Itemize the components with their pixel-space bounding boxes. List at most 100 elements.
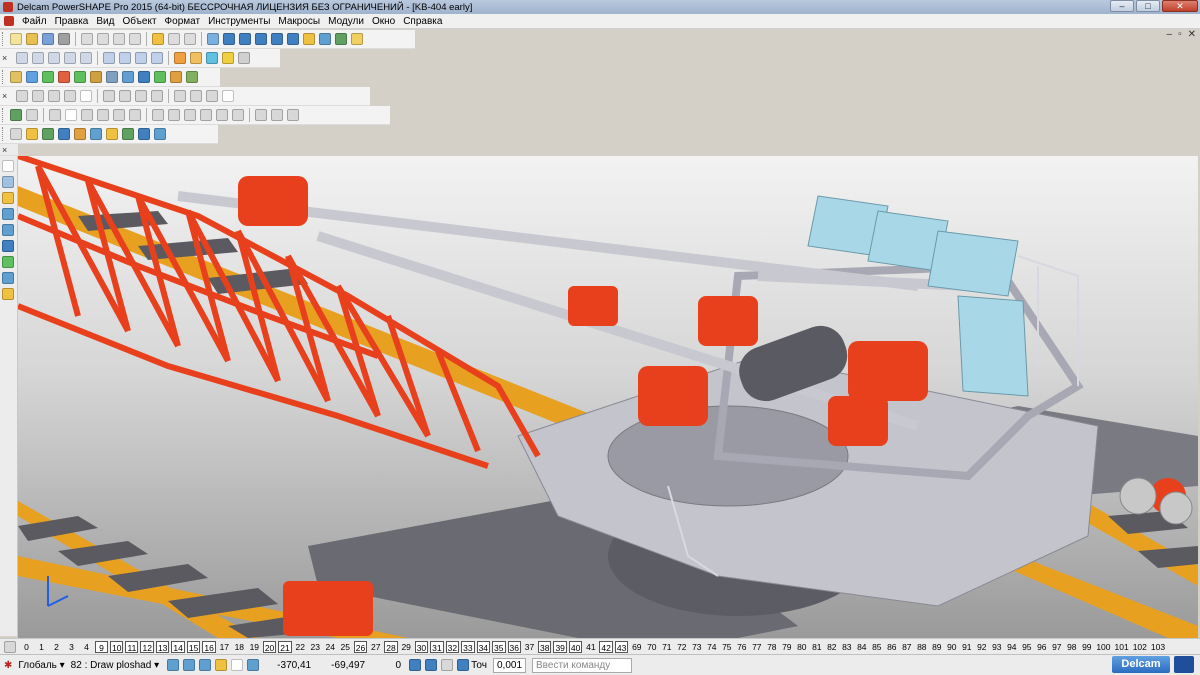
transform-scale-icon[interactable] (64, 90, 76, 102)
feature-mode-icon[interactable] (2, 256, 14, 268)
level-74[interactable]: 74 (705, 641, 718, 653)
text-icon[interactable] (287, 33, 299, 45)
line-icon[interactable] (239, 33, 251, 45)
measure-icon[interactable] (207, 33, 219, 45)
shell-icon[interactable] (170, 71, 182, 83)
save-icon[interactable] (42, 33, 54, 45)
cylinder-icon[interactable] (26, 71, 38, 83)
menu-edit[interactable]: Правка (51, 16, 93, 27)
level-99[interactable]: 99 (1080, 641, 1093, 653)
level-24[interactable]: 24 (324, 641, 337, 653)
level-83[interactable]: 83 (840, 641, 853, 653)
offset-surface-icon[interactable] (287, 109, 299, 121)
bom-icon[interactable] (106, 128, 118, 140)
level-86[interactable]: 86 (885, 641, 898, 653)
level-34[interactable]: 34 (476, 640, 491, 653)
layer-select[interactable]: 82 : Draw ploshad ▾ (71, 660, 159, 671)
intelligent-cursor-icon[interactable] (247, 659, 260, 671)
split-icon[interactable] (135, 90, 147, 102)
wireframe-icon[interactable] (190, 52, 202, 64)
menu-tools[interactable]: Инструменты (204, 16, 274, 27)
level-82[interactable]: 82 (825, 641, 838, 653)
level-35[interactable]: 35 (492, 640, 506, 653)
fillet-icon[interactable] (138, 71, 150, 83)
view-side-icon[interactable] (48, 52, 60, 64)
snap-icon[interactable]: ✱ (4, 660, 12, 671)
explode-icon[interactable] (90, 128, 102, 140)
level-13[interactable]: 13 (155, 640, 170, 653)
curve-edit-icon[interactable] (174, 90, 186, 102)
level-88[interactable]: 88 (915, 641, 928, 653)
polar-icon[interactable] (183, 659, 196, 671)
revolve-icon[interactable] (106, 71, 118, 83)
level-100[interactable]: 100 (1095, 641, 1111, 653)
network-surface-icon[interactable] (216, 109, 228, 121)
boolean-icon[interactable] (122, 71, 134, 83)
component-icon[interactable] (10, 128, 22, 140)
menu-format[interactable]: Формат (161, 16, 205, 27)
3d-viewport[interactable] (18, 156, 1198, 638)
zoom-window-icon[interactable] (151, 52, 163, 64)
level-75[interactable]: 75 (720, 641, 733, 653)
level-2[interactable]: 2 (50, 641, 63, 653)
print-icon[interactable] (58, 33, 70, 45)
command-input[interactable]: Ввести команду (532, 657, 633, 673)
wizard-icon[interactable] (351, 33, 363, 45)
level-17[interactable]: 17 (218, 641, 231, 653)
level-37[interactable]: 37 (523, 641, 536, 653)
block-icon[interactable] (10, 71, 22, 83)
toolbar-close-icon[interactable]: × (2, 145, 11, 155)
level-96[interactable]: 96 (1035, 641, 1048, 653)
level-12[interactable]: 12 (140, 640, 154, 653)
level-89[interactable]: 89 (930, 641, 943, 653)
open-file-icon[interactable] (26, 33, 38, 45)
level-36[interactable]: 36 (507, 640, 521, 653)
view-iso2-icon[interactable] (80, 52, 92, 64)
transform-rotate-icon[interactable] (32, 90, 44, 102)
view-iso-icon[interactable] (64, 52, 76, 64)
shading-icon[interactable] (174, 52, 186, 64)
level-94[interactable]: 94 (1005, 641, 1018, 653)
level-43[interactable]: 43 (614, 640, 629, 653)
render-icon[interactable] (206, 52, 218, 64)
workplane-select[interactable]: Глобаль ▾ (18, 660, 64, 671)
extrude-icon[interactable] (90, 71, 102, 83)
view-top-icon[interactable] (16, 52, 28, 64)
surface-icon[interactable] (319, 33, 331, 45)
level-91[interactable]: 91 (960, 641, 973, 653)
dimension-icon[interactable] (303, 33, 315, 45)
arc-icon[interactable] (255, 33, 267, 45)
grid-snap-icon[interactable] (215, 659, 228, 671)
level-33[interactable]: 33 (461, 640, 475, 653)
level-22[interactable]: 22 (294, 641, 307, 653)
level-19[interactable]: 19 (248, 641, 261, 653)
workplane-toggle-icon[interactable] (199, 659, 212, 671)
level-0[interactable]: 0 (20, 641, 33, 653)
level-87[interactable]: 87 (900, 641, 913, 653)
torus-icon[interactable] (74, 71, 86, 83)
plane-surface-icon[interactable] (49, 109, 61, 121)
wireframe-mode-icon[interactable] (2, 192, 14, 204)
tolerance-field[interactable]: 0,001 (492, 657, 527, 673)
level-26[interactable]: 26 (353, 640, 368, 653)
smooth-icon[interactable] (206, 90, 218, 102)
electrode-icon[interactable] (154, 128, 166, 140)
lighting-icon[interactable] (222, 52, 234, 64)
level-21[interactable]: 21 (278, 640, 292, 653)
level-84[interactable]: 84 (855, 641, 868, 653)
level-41[interactable]: 41 (584, 641, 597, 653)
app-icon[interactable] (3, 2, 13, 12)
new-file-icon[interactable] (10, 33, 22, 45)
sphere-icon[interactable] (58, 71, 70, 83)
level-76[interactable]: 76 (735, 641, 748, 653)
level-23[interactable]: 23 (309, 641, 322, 653)
level-77[interactable]: 77 (750, 641, 763, 653)
workplane-icon[interactable] (223, 33, 235, 45)
relative-icon[interactable] (425, 659, 438, 671)
toolbar-close-icon[interactable]: × (2, 53, 11, 63)
level-70[interactable]: 70 (645, 641, 658, 653)
toolbar-grip[interactable] (2, 70, 5, 84)
hide-icon[interactable] (238, 52, 250, 64)
view-front-icon[interactable] (32, 52, 44, 64)
menu-view[interactable]: Вид (92, 16, 118, 27)
